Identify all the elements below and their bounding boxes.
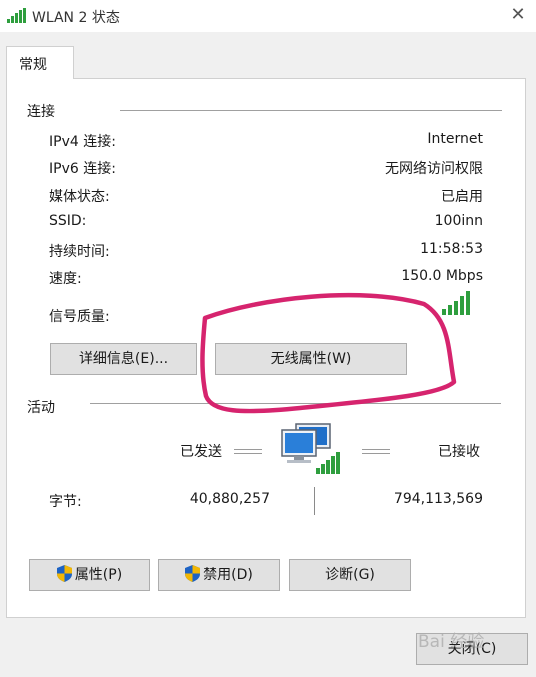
- speed-label: 速度:: [49, 271, 82, 287]
- connection-section-title: 连接: [27, 104, 55, 120]
- wireless-properties-button[interactable]: 无线属性(W): [215, 343, 407, 375]
- signal-bar: [466, 291, 470, 315]
- network-computers-icon: [281, 423, 340, 474]
- disable-button-label: 禁用(D): [203, 567, 253, 583]
- uac-shield-icon: [185, 565, 201, 582]
- wifi-signal-icon: [7, 8, 26, 23]
- received-line: [362, 449, 390, 454]
- signal-bar: [454, 301, 458, 315]
- duration-label: 持续时间:: [49, 244, 110, 260]
- bytes-divider: [314, 487, 315, 515]
- uac-shield-icon: [56, 565, 72, 582]
- signal-quality-label: 信号质量:: [49, 309, 110, 325]
- sent-line: [234, 449, 262, 454]
- signal-bar: [442, 309, 446, 315]
- tab-general-label: 常规: [19, 57, 47, 73]
- diagnose-button[interactable]: 诊断(G): [289, 559, 411, 591]
- duration-value: 11:58:53: [420, 241, 483, 257]
- window-title: WLAN 2 状态: [32, 10, 120, 26]
- window-close-button[interactable]: ✕: [500, 0, 536, 32]
- signal-bar: [448, 305, 452, 315]
- activity-section-title: 活动: [27, 400, 55, 416]
- ssid-label: SSID:: [49, 213, 87, 229]
- signal-bar: [460, 296, 464, 315]
- connection-divider: [120, 110, 502, 111]
- baidu-watermark: Bai 经验: [418, 632, 485, 652]
- media-state-value: 已启用: [441, 189, 483, 205]
- speed-value: 150.0 Mbps: [401, 268, 483, 284]
- ipv4-value: Internet: [427, 131, 483, 147]
- title-bar: WLAN 2 状态 ✕: [0, 0, 536, 32]
- tab-general[interactable]: 常规: [6, 46, 74, 79]
- ipv6-value: 无网络访问权限: [385, 161, 483, 177]
- activity-divider: [90, 403, 501, 404]
- disable-button[interactable]: 禁用(D): [158, 559, 280, 591]
- signal-strength-icon: [442, 291, 470, 315]
- sent-label: 已发送: [180, 444, 222, 460]
- ipv4-label: IPv4 连接:: [49, 134, 116, 150]
- properties-button-label: 属性(P): [74, 567, 123, 583]
- properties-button[interactable]: 属性(P): [29, 559, 150, 591]
- received-label: 已接收: [438, 444, 480, 460]
- details-button[interactable]: 详细信息(E)...: [50, 343, 197, 375]
- media-state-label: 媒体状态:: [49, 189, 110, 205]
- bytes-received-value: 794,113,569: [393, 491, 483, 507]
- bytes-sent-value: 40,880,257: [189, 491, 270, 507]
- ssid-value: 100inn: [434, 213, 483, 229]
- ipv6-label: IPv6 连接:: [49, 161, 116, 177]
- bytes-label: 字节:: [49, 494, 82, 510]
